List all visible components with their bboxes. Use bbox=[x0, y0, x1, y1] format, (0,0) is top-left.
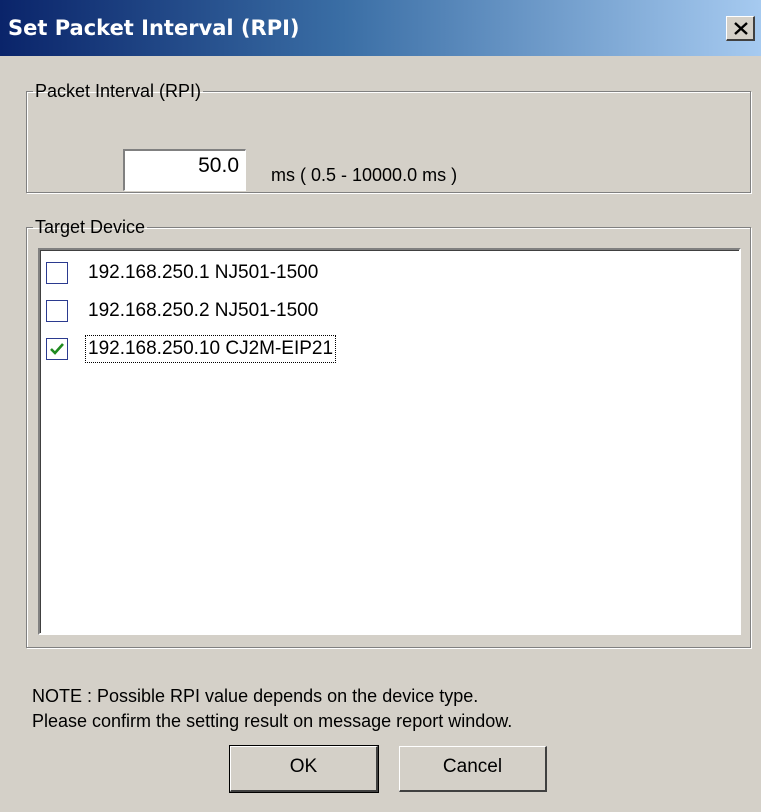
note-line-1: NOTE : Possible RPI value depends on the… bbox=[32, 686, 479, 706]
title-bar[interactable]: Set Packet Interval (RPI) bbox=[0, 0, 761, 56]
device-1-checkbox[interactable] bbox=[46, 262, 68, 284]
dialog-window: Set Packet Interval (RPI) Packet Interva… bbox=[0, 0, 761, 812]
device-3-checkbox[interactable] bbox=[46, 338, 68, 360]
device-1-label: 192.168.250.1 NJ501-1500 bbox=[88, 262, 319, 283]
target-device-group-label: Target Device bbox=[35, 217, 146, 237]
rpi-value-input[interactable]: 50.0 bbox=[123, 149, 246, 191]
ok-button[interactable]: OK bbox=[229, 745, 379, 793]
window-title: Set Packet Interval (RPI) bbox=[8, 16, 300, 40]
target-device-list[interactable]: 192.168.250.1 NJ501-1500 192.168.250.2 N… bbox=[38, 248, 741, 635]
note-text: NOTE : Possible RPI value depends on the… bbox=[32, 684, 512, 734]
checkmark-icon bbox=[50, 343, 64, 355]
packet-interval-group-label: Packet Interval (RPI) bbox=[35, 81, 202, 101]
close-icon bbox=[734, 22, 748, 35]
device-2-label: 192.168.250.2 NJ501-1500 bbox=[88, 300, 319, 321]
note-line-2: Please confirm the setting result on mes… bbox=[32, 711, 513, 731]
close-button[interactable] bbox=[726, 16, 755, 41]
rpi-range-label: ms ( 0.5 - 10000.0 ms ) bbox=[271, 165, 458, 185]
packet-interval-group: Packet Interval (RPI) 50.0 ms ( 0.5 - 10… bbox=[26, 81, 751, 193]
device-2-checkbox[interactable] bbox=[46, 300, 68, 322]
cancel-button[interactable]: Cancel bbox=[399, 746, 547, 792]
device-3-label: 192.168.250.10 CJ2M-EIP21 bbox=[84, 335, 337, 363]
